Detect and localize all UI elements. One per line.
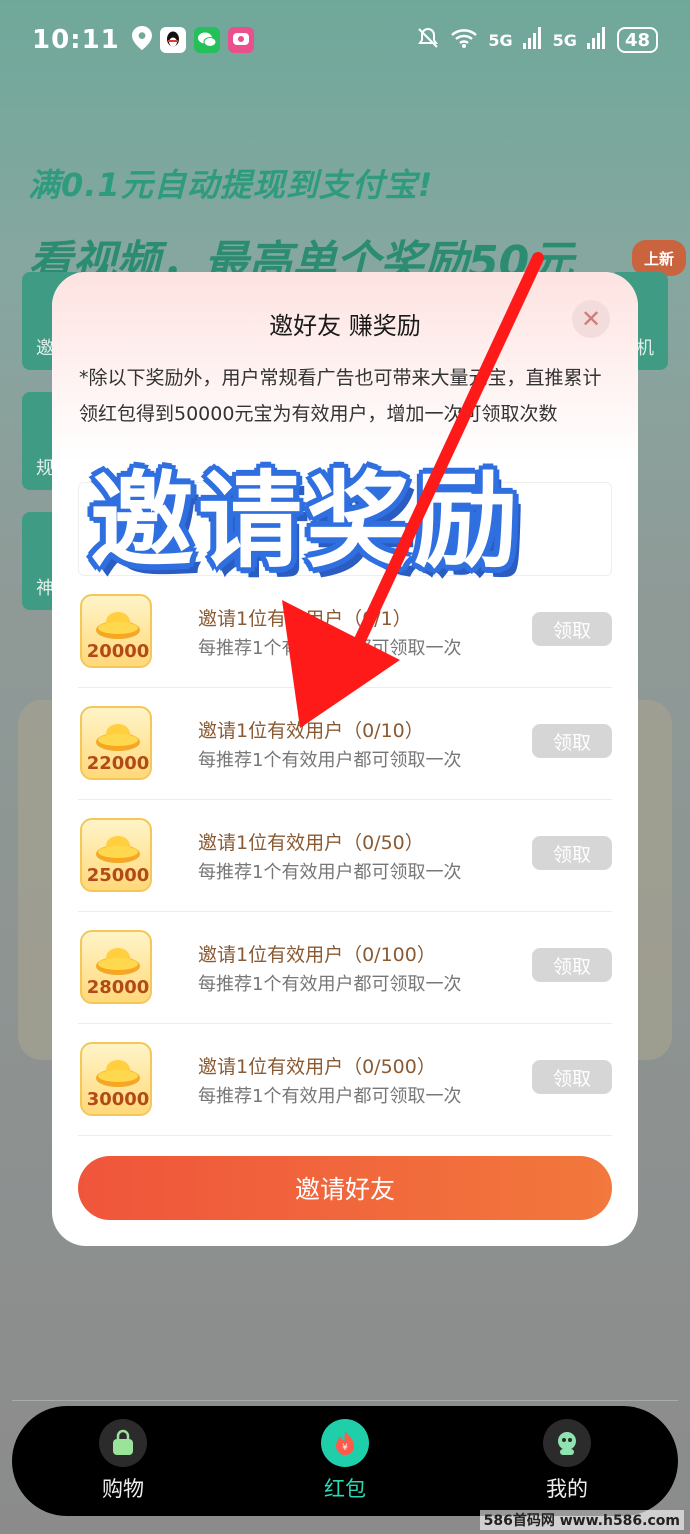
reward-title: 邀请1位有效用户（0/100）: [198, 944, 436, 966]
chat-app-icon: [227, 27, 254, 53]
red-envelope-icon: ¥: [321, 1419, 369, 1467]
signal-bars-icon: [586, 27, 607, 53]
nav-label-profile: 我的: [546, 1477, 588, 1501]
gold-ingot-icon: 28000: [80, 930, 152, 1004]
nav-item-profile[interactable]: 我的: [507, 1419, 627, 1503]
reward-amount: 22000: [86, 753, 150, 774]
claim-button[interactable]: 领取: [532, 948, 612, 982]
bottom-divider: [12, 1400, 678, 1401]
reward-subtitle: 每推荐1个有效用户都可领取一次: [198, 974, 462, 995]
qq-icon: [159, 27, 186, 53]
nav-item-red-envelope[interactable]: ¥ 红包: [285, 1419, 405, 1503]
claim-button[interactable]: 领取: [532, 1060, 612, 1094]
battery-indicator: 48: [616, 27, 658, 53]
reward-row: 30000 邀请1位有效用户（0/500） 每推荐1个有效用户都可领取一次 领取: [78, 1024, 612, 1136]
reward-amount: 20000: [86, 641, 150, 662]
reward-row: 22000 邀请1位有效用户（0/10） 每推荐1个有效用户都可领取一次 领取: [78, 688, 612, 800]
wechat-icon: [193, 27, 220, 53]
promo-overlay-text: 邀请奖励: [90, 460, 523, 582]
reward-row: 20000 邀请1位有效用户（0/1） 每推荐1个有效用户都可领取一次 领取: [78, 576, 612, 688]
invite-friends-button[interactable]: 邀请好友: [78, 1156, 612, 1220]
reward-title: 邀请1位有效用户（0/50）: [198, 832, 424, 854]
status-time: 10:11: [32, 25, 120, 55]
signal-bars-icon: [522, 27, 543, 53]
gold-ingot-icon: 20000: [80, 594, 152, 668]
location-icon: [131, 26, 152, 54]
claim-button[interactable]: 领取: [532, 612, 612, 646]
close-button[interactable]: ✕: [572, 300, 610, 338]
claim-button[interactable]: 领取: [532, 836, 612, 870]
invite-modal: 邀好友 赚奖励 ✕ *除以下奖励外，用户常规看广告也可带来大量元宝，直推累计领红…: [52, 272, 638, 1246]
modal-title: 邀好友 赚奖励: [269, 312, 421, 340]
signal-2-label: 5G: [552, 30, 577, 50]
reward-amount: 28000: [86, 977, 150, 998]
reward-subtitle: 每推荐1个有效用户都可领取一次: [198, 750, 462, 771]
svg-text:¥: ¥: [342, 1443, 348, 1453]
nav-item-shopping[interactable]: 购物: [63, 1419, 183, 1503]
signal-1-label: 5G: [488, 30, 513, 50]
reward-amount: 25000: [86, 865, 150, 886]
reward-row: 25000 邀请1位有效用户（0/50） 每推荐1个有效用户都可领取一次 领取: [78, 800, 612, 912]
close-icon: ✕: [580, 305, 602, 333]
bottom-nav: 购物 ¥ 红包 我的: [12, 1406, 678, 1516]
reward-title: 邀请1位有效用户（0/1）: [198, 608, 412, 630]
gold-ingot-icon: 22000: [80, 706, 152, 780]
gold-ingot-icon: 25000: [80, 818, 152, 892]
reward-title: 邀请1位有效用户（0/10）: [198, 720, 424, 742]
background-banner-withdraw: 满0.1元自动提现到支付宝!: [28, 166, 434, 204]
reward-title: 邀请1位有效用户（0/500）: [198, 1056, 436, 1078]
gold-ingot-icon: 30000: [80, 1042, 152, 1116]
reward-subtitle: 每推荐1个有效用户都可领取一次: [198, 638, 462, 659]
reward-row: 28000 邀请1位有效用户（0/100） 每推荐1个有效用户都可领取一次 领取: [78, 912, 612, 1024]
reward-list: 20000 邀请1位有效用户（0/1） 每推荐1个有效用户都可领取一次 领取 2…: [78, 576, 612, 1136]
reward-subtitle: 每推荐1个有效用户都可领取一次: [198, 862, 462, 883]
new-badge: 上新: [632, 240, 686, 276]
wifi-icon: [450, 27, 478, 53]
watermark: 586首码网 www.h586.com: [479, 1510, 684, 1530]
reward-subtitle: 每推荐1个有效用户都可领取一次: [198, 1086, 462, 1107]
modal-description: *除以下奖励外，用户常规看广告也可带来大量元宝，直推累计领红包得到50000元宝…: [79, 367, 602, 425]
shopping-bag-icon: [99, 1419, 147, 1467]
reward-amount: 30000: [86, 1089, 150, 1110]
nav-label-shopping: 购物: [102, 1477, 144, 1501]
profile-icon: [543, 1419, 591, 1467]
mute-bell-icon: [416, 26, 440, 54]
status-bar: 10:11 5G 5G 48: [0, 0, 690, 80]
claim-button[interactable]: 领取: [532, 724, 612, 758]
nav-label-red-envelope: 红包: [324, 1477, 366, 1501]
